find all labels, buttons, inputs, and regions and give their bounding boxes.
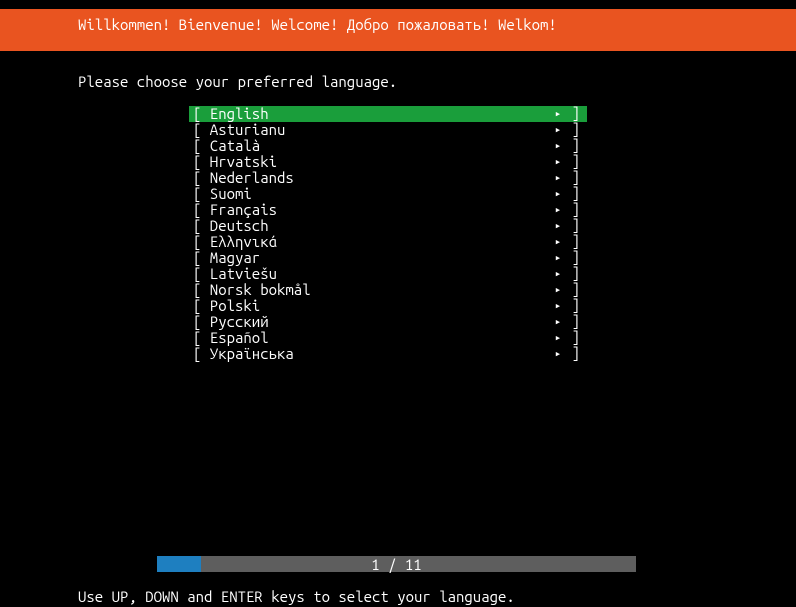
language-option[interactable]: [ Nederlands▸ ]: [189, 170, 587, 186]
language-option[interactable]: [ Українська ▸ ]: [189, 346, 587, 362]
chevron-right-icon: ▸: [555, 333, 563, 345]
language-label: [ Asturianu: [193, 122, 285, 138]
language-arrow: ▸ ]: [555, 345, 581, 362]
chevron-right-icon: ▸: [555, 301, 563, 313]
chevron-right-icon: ▸: [555, 285, 563, 297]
language-label: [ Polski: [193, 298, 260, 314]
language-label: [ Français: [193, 202, 277, 218]
chevron-right-icon: ▸: [555, 205, 563, 217]
progress-bar: 1 / 11: [157, 556, 636, 572]
chevron-right-icon: ▸: [555, 173, 563, 185]
language-label: [ Hrvatski: [193, 154, 277, 170]
language-label: [ Español: [193, 330, 269, 346]
language-option[interactable]: [ Magyar▸ ]: [189, 250, 587, 266]
header-title: Willkommen! Bienvenue! Welcome! Добро по…: [78, 16, 557, 33]
language-option[interactable]: [ Català▸ ]: [189, 138, 587, 154]
chevron-right-icon: ▸: [555, 317, 563, 329]
language-list: [ English▸ ][ Asturianu▸ ][ Català▸ ][ H…: [189, 106, 587, 362]
language-option[interactable]: [ Suomi▸ ]: [189, 186, 587, 202]
language-option[interactable]: [ Ελληνικά▸ ]: [189, 234, 587, 250]
language-label: [ Ελληνικά: [193, 234, 277, 250]
language-label: [ English: [193, 106, 269, 122]
chevron-right-icon: ▸: [555, 109, 563, 121]
language-option[interactable]: [ Hrvatski▸ ]: [189, 154, 587, 170]
header-bar: Willkommen! Bienvenue! Welcome! Добро по…: [0, 9, 796, 51]
chevron-right-icon: ▸: [555, 253, 563, 265]
language-option[interactable]: [ Français▸ ]: [189, 202, 587, 218]
language-label: [ Українська: [193, 346, 294, 362]
chevron-right-icon: ▸: [555, 221, 563, 233]
chevron-right-icon: ▸: [555, 349, 563, 361]
language-label: [ Русский: [193, 314, 269, 330]
chevron-right-icon: ▸: [555, 189, 563, 201]
language-option[interactable]: [ Русский▸ ]: [189, 314, 587, 330]
language-label: [ Suomi: [193, 186, 252, 202]
language-option[interactable]: [ Latviešu▸ ]: [189, 266, 587, 282]
hint-text: Use UP, DOWN and ENTER keys to select yo…: [78, 588, 515, 605]
language-label: [ Nederlands: [193, 170, 294, 186]
language-label: [ Deutsch: [193, 218, 269, 234]
progress-text: 1 / 11: [157, 556, 636, 573]
instruction-text: Please choose your preferred language.: [0, 51, 796, 90]
language-label: [ Norsk bokmål: [193, 282, 311, 298]
language-option[interactable]: [ Polski▸ ]: [189, 298, 587, 314]
language-option[interactable]: [ Español▸ ]: [189, 330, 587, 346]
chevron-right-icon: ▸: [555, 269, 563, 281]
language-option[interactable]: [ Norsk bokmål▸ ]: [189, 282, 587, 298]
chevron-right-icon: ▸: [555, 157, 563, 169]
chevron-right-icon: ▸: [555, 125, 563, 137]
chevron-right-icon: ▸: [555, 141, 563, 153]
language-label: [ Magyar: [193, 250, 260, 266]
language-option[interactable]: [ Asturianu▸ ]: [189, 122, 587, 138]
language-label: [ Català: [193, 138, 260, 154]
language-option[interactable]: [ Deutsch▸ ]: [189, 218, 587, 234]
language-label: [ Latviešu: [193, 266, 277, 282]
chevron-right-icon: ▸: [555, 237, 563, 249]
language-option[interactable]: [ English▸ ]: [189, 106, 587, 122]
